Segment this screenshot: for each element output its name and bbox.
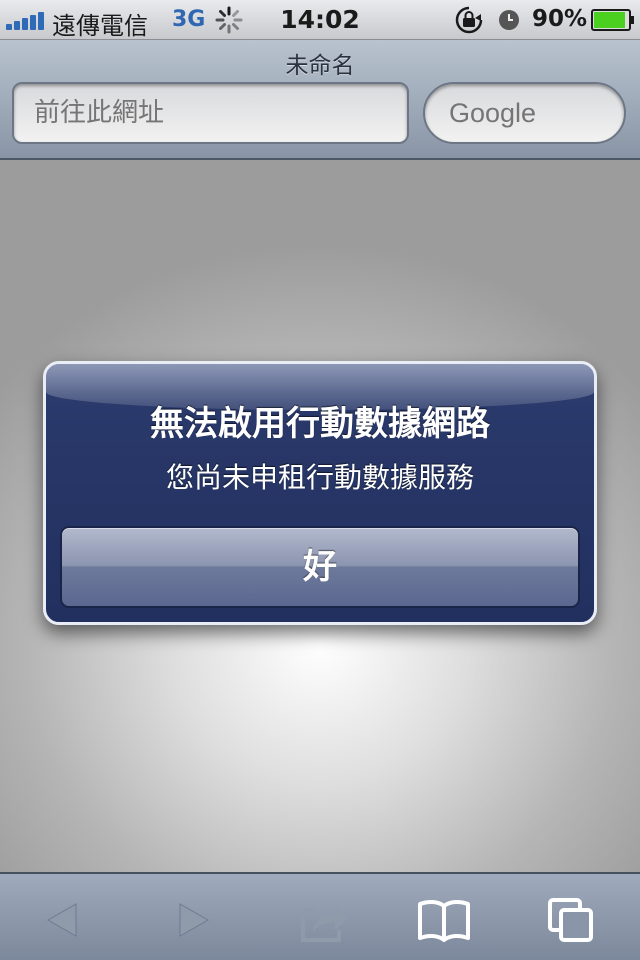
bookmarks-icon[interactable]	[416, 892, 472, 948]
alert-dialog: 無法啟用行動數據網路 您尚未申租行動數據服務 好	[43, 361, 597, 625]
safari-toolbar	[0, 872, 640, 960]
page-title: 未命名	[285, 53, 355, 79]
alarm-clock-icon	[499, 10, 519, 30]
battery-percent: 90%	[532, 6, 588, 32]
alert-title: 無法啟用行動數據網路	[150, 404, 490, 444]
battery-icon	[591, 9, 634, 31]
rotation-lock-icon	[455, 6, 483, 34]
ok-button[interactable]: 好	[60, 526, 580, 608]
share-icon[interactable]	[297, 892, 353, 948]
search-field[interactable]	[423, 82, 626, 144]
forward-arrow-icon[interactable]	[164, 892, 220, 948]
alert-message: 您尚未申租行動數據服務	[165, 461, 474, 494]
pages-icon[interactable]	[545, 892, 601, 948]
url-field[interactable]	[12, 82, 409, 144]
status-bar: 遠傳電信 3G 14:02 90%	[0, 0, 640, 40]
back-arrow-icon[interactable]	[36, 892, 92, 948]
safari-navigation-bar: 未命名	[0, 40, 640, 160]
